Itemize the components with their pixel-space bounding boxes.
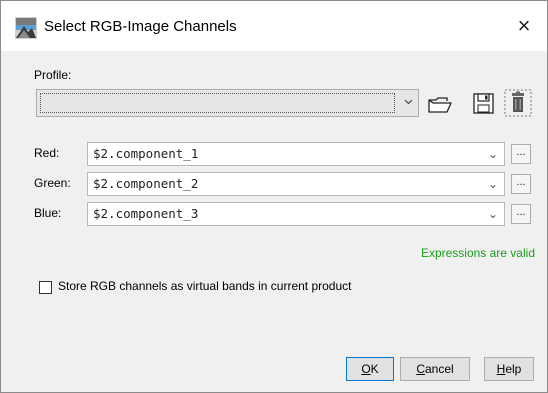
ok-label: K <box>370 362 379 376</box>
blue-expression-value: $2.component_3 <box>93 206 199 221</box>
profile-label: Profile: <box>34 68 72 82</box>
blue-edit-expression-button[interactable]: ... <box>511 204 531 224</box>
profile-select[interactable] <box>36 89 419 117</box>
help-button[interactable]: Help <box>484 357 534 381</box>
red-label: Red: <box>34 146 60 160</box>
chevron-down-icon: ⌄ <box>487 207 498 221</box>
cancel-button[interactable]: Cancel <box>400 357 470 381</box>
title-bar: Select RGB-Image Channels × <box>1 1 547 51</box>
close-button[interactable]: × <box>501 1 547 51</box>
dialog-window: Select RGB-Image Channels × Profile: Red… <box>0 0 548 393</box>
red-expression-combo[interactable]: $2.component_1 ⌄ <box>87 142 505 166</box>
close-icon: × <box>517 13 531 38</box>
help-label: elp <box>505 362 522 376</box>
green-expression-value: $2.component_2 <box>93 176 199 191</box>
virtual-bands-label[interactable]: Store RGB channels as virtual bands in c… <box>58 279 351 293</box>
folder-open-icon[interactable] <box>427 91 453 117</box>
green-edit-expression-button[interactable]: ... <box>511 174 531 194</box>
chevron-down-icon: ⌄ <box>487 147 498 161</box>
validation-status: Expressions are valid <box>420 246 535 260</box>
red-expression-value: $2.component_1 <box>93 146 199 161</box>
green-expression-combo[interactable]: $2.component_2 ⌄ <box>87 172 505 196</box>
profile-select-focus <box>40 93 395 113</box>
green-label: Green: <box>34 176 71 190</box>
cancel-mnemonic: C <box>416 362 425 376</box>
floppy-save-icon[interactable] <box>471 91 497 117</box>
virtual-bands-checkbox[interactable] <box>39 281 52 294</box>
blue-expression-combo[interactable]: $2.component_3 ⌄ <box>87 202 505 226</box>
cancel-label: ancel <box>424 362 454 376</box>
trash-delete-icon[interactable] <box>504 89 532 117</box>
rgb-image-icon <box>14 16 38 40</box>
ok-mnemonic: O <box>361 362 371 376</box>
red-edit-expression-button[interactable]: ... <box>511 144 531 164</box>
dialog-title: Select RGB-Image Channels <box>44 18 237 35</box>
chevron-down-icon <box>403 96 414 110</box>
chevron-down-icon: ⌄ <box>487 177 498 191</box>
blue-label: Blue: <box>34 206 62 220</box>
ok-button[interactable]: OK <box>346 357 394 381</box>
